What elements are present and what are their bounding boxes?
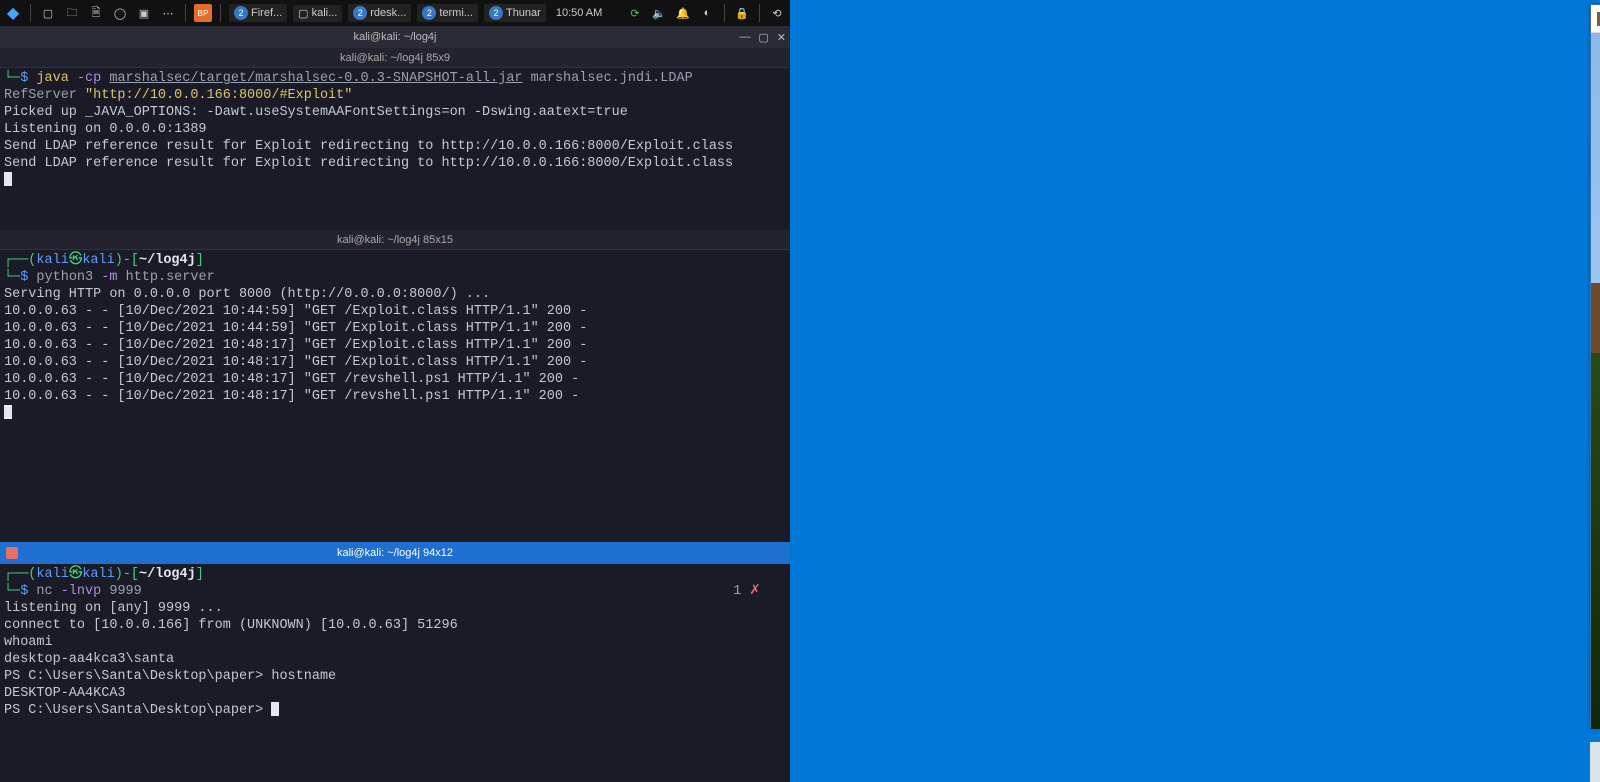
taskbar-item-rdesk[interactable]: 2rdesk...: [348, 4, 411, 22]
window-title: kali@kali: ~/log4j: [353, 31, 436, 43]
taskbar-item-terminal[interactable]: 2termi...: [417, 4, 478, 22]
close-button[interactable]: ✕: [777, 31, 786, 44]
windows-taskbar[interactable]: 🔍 Type here to search ◯ ▥ 🌐 🗀 >_ ▦ 🛡 ▶ ˄…: [1590, 742, 1600, 782]
terminal-tab[interactable]: kali@kali: ~/log4j 85x9: [0, 48, 790, 68]
burpsuite-icon[interactable]: BP: [194, 4, 212, 22]
kali-menu-icon[interactable]: ◆: [4, 4, 22, 22]
taskbar-item-firefox[interactable]: 2Firef...: [229, 4, 287, 22]
game-viewport[interactable]: RESEARCH FROM HUNTRESS ❤❤❤❤❤❤❤❤❤❤ 🍗🍗🍗🍗🍗🍗…: [1591, 33, 1600, 729]
window-title: kali@kali: ~/log4j 94x12: [337, 547, 453, 559]
terminal-tab[interactable]: kali@kali: ~/log4j 85x15: [0, 230, 790, 250]
lock-icon[interactable]: 🔒: [733, 4, 751, 22]
terminal-output[interactable]: ┌──(kali㉿kali)-[~/log4j] └─$ python3 -m …: [0, 250, 790, 424]
tools-icon[interactable]: ⋯: [159, 4, 177, 22]
maximize-button[interactable]: ▢: [758, 31, 768, 44]
editor-icon[interactable]: 🗎: [87, 4, 105, 22]
kali-taskbar[interactable]: ◆ ▢ 🗀 🗎 ◯ ▣ ⋯ BP 2Firef... ▢kali... 2rde…: [0, 0, 790, 26]
refresh-icon[interactable]: ⟲: [768, 4, 786, 22]
window-titlebar[interactable]: kali@kali: ~/log4j — ▢ ✕: [0, 26, 790, 48]
terminal-window-netcat[interactable]: kali@kali: ~/log4j 94x12 ┌──(kali㉿kali)-…: [0, 542, 790, 782]
terminal-window-ldap[interactable]: kali@kali: ~/log4j — ▢ ✕ kali@kali: ~/lo…: [0, 26, 790, 230]
terminal-output[interactable]: └─$ java -cp marshalsec/target/marshalse…: [0, 68, 790, 191]
volume-icon[interactable]: 🔈: [650, 4, 668, 22]
terminal-window-http[interactable]: kali@kali: ~/log4j 85x15 ┌──(kali㉿kali)-…: [0, 230, 790, 542]
files-icon[interactable]: 🗀: [63, 4, 81, 22]
taskbar-item-thunar[interactable]: 2Thunar: [484, 4, 546, 22]
terminal-icon: [6, 547, 18, 559]
browser-icon[interactable]: ◯: [111, 4, 129, 22]
start-button[interactable]: [1590, 742, 1600, 782]
update-icon[interactable]: ⟳: [626, 4, 644, 22]
window-titlebar[interactable]: kali@kali: ~/log4j 94x12: [0, 542, 790, 564]
notifications-icon[interactable]: 🔔: [674, 4, 692, 22]
window-titlebar[interactable]: Minecraft 1.8.8 — ▢ ✕: [1591, 5, 1600, 33]
terminal-icon[interactable]: ▢: [39, 4, 57, 22]
minecraft-window[interactable]: Minecraft 1.8.8 — ▢ ✕ RESEARCH: [1590, 4, 1600, 728]
power-icon[interactable]: ◐: [698, 4, 716, 22]
taskbar-item-kali[interactable]: ▢kali...: [293, 5, 342, 22]
taskbar-clock: 10:50 AM: [556, 7, 602, 19]
shell-icon[interactable]: ▣: [135, 4, 153, 22]
terminal-output[interactable]: ┌──(kali㉿kali)-[~/log4j] └─$ nc -lnvp 99…: [0, 564, 790, 721]
minimize-button[interactable]: —: [739, 31, 750, 44]
